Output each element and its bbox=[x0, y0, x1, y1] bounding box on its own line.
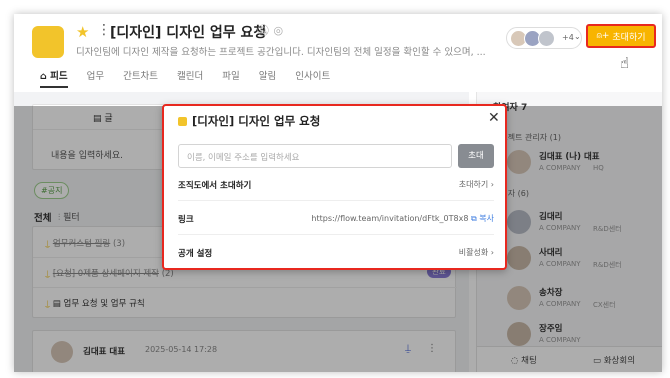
invite-link-row: 링크 https://flow.team/invitation/dFtk_0T8… bbox=[178, 214, 494, 225]
org-invite-row[interactable]: 조직도에서 초대하기 초대하기 › bbox=[178, 176, 494, 194]
notification-off-icon[interactable]: 🔕︎ ◎ bbox=[256, 24, 283, 37]
chevron-right-icon: › bbox=[490, 180, 494, 189]
invite-link-url: https://flow.team/invitation/dFtk_0T8x8 bbox=[311, 214, 469, 223]
tab-alerts[interactable]: 알림 bbox=[259, 68, 276, 88]
tab-files[interactable]: 파일 bbox=[222, 68, 239, 88]
tab-gantt[interactable]: 간트차트 bbox=[123, 68, 158, 88]
invite-modal: [디자인] 디자인 업무 요청 ✕ 이름, 이메일 주소를 입력하세요 초대 조… bbox=[162, 104, 507, 270]
invite-button[interactable]: ⍝+ 초대하기 bbox=[586, 24, 656, 48]
member-count: +4 bbox=[562, 33, 574, 42]
project-header: ★ ⋮ [디자인] 디자인 업무 요청 🔕︎ ◎ 디자인팀에 디자인 제작을 요… bbox=[14, 14, 662, 92]
add-user-icon: ⍝+ bbox=[596, 31, 610, 41]
chevron-right-icon: › bbox=[490, 248, 494, 257]
chevron-down-icon: ⌄ bbox=[574, 32, 581, 41]
more-menu-icon[interactable]: ⋮ bbox=[97, 22, 111, 38]
invite-submit-button[interactable]: 초대 bbox=[458, 144, 494, 168]
copy-link-button[interactable]: ⧉ 복사 bbox=[471, 214, 494, 223]
tab-tasks[interactable]: 업무 bbox=[87, 68, 104, 88]
copy-icon: ⧉ bbox=[471, 214, 477, 223]
modal-title: [디자인] 디자인 업무 요청 bbox=[192, 114, 321, 128]
tab-insights[interactable]: 인사이트 bbox=[295, 68, 330, 88]
divider bbox=[178, 234, 494, 235]
project-description: 디자인팀에 디자인 제작을 요청하는 프로젝트 공간입니다. 디자인팀의 전체 … bbox=[76, 47, 486, 58]
star-icon[interactable]: ★ bbox=[76, 23, 89, 41]
invite-search-input[interactable]: 이름, 이메일 주소를 입력하세요 bbox=[178, 144, 452, 168]
close-icon[interactable]: ✕ bbox=[488, 110, 500, 126]
app-window: ★ ⋮ [디자인] 디자인 업무 요청 🔕︎ ◎ 디자인팀에 디자인 제작을 요… bbox=[14, 14, 662, 372]
project-color-icon bbox=[178, 117, 187, 126]
public-setting-row[interactable]: 공개 설정 비활성화 › bbox=[178, 244, 494, 262]
avatar bbox=[538, 30, 555, 47]
hand-cursor-icon: ☝ bbox=[620, 54, 630, 72]
member-avatars[interactable]: +4 ⌄ bbox=[506, 27, 582, 49]
divider bbox=[178, 200, 494, 201]
tab-calendar[interactable]: 캘린더 bbox=[177, 68, 203, 88]
project-title: [디자인] 디자인 업무 요청 bbox=[110, 25, 267, 41]
tab-feed[interactable]: ⌂ 피드 bbox=[40, 68, 68, 88]
project-tabs: ⌂ 피드 업무 간트차트 캘린더 파일 알림 인사이트 bbox=[40, 68, 349, 88]
project-logo bbox=[32, 26, 64, 58]
